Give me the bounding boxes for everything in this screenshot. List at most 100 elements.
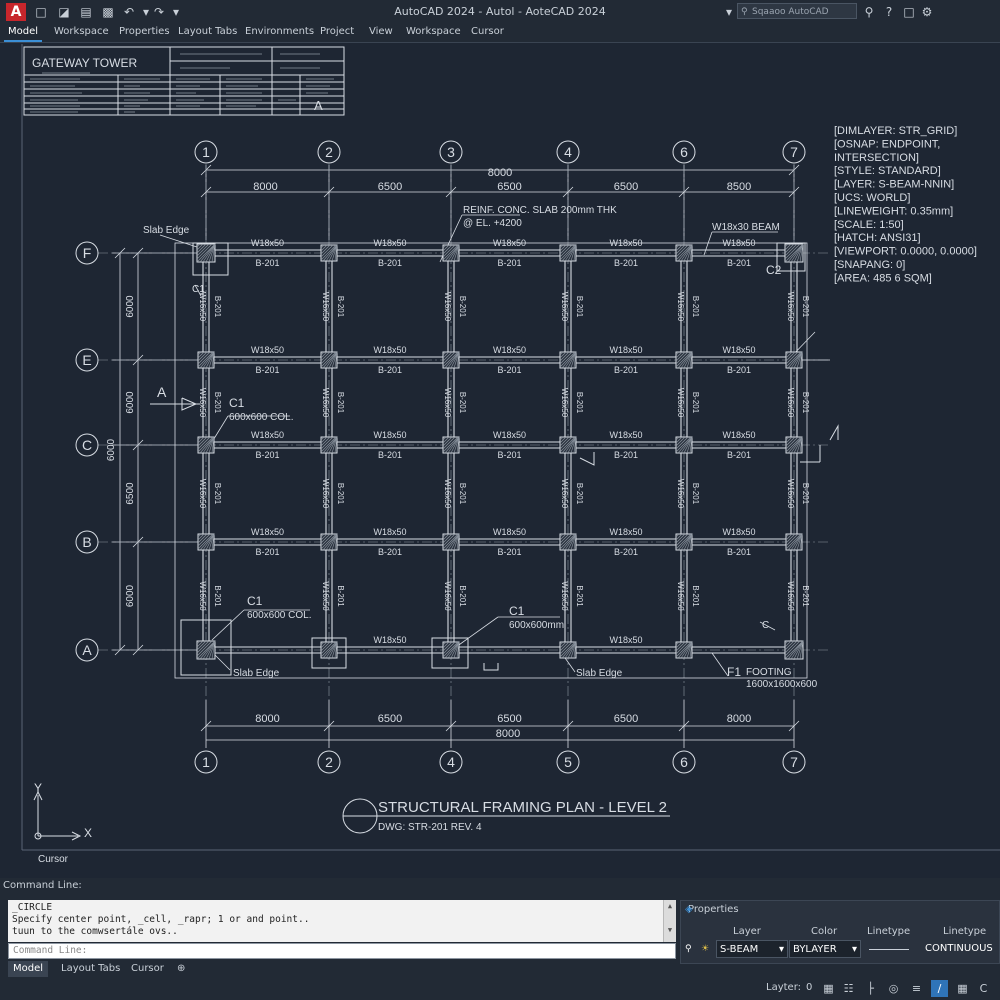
beam-mark: B-201 xyxy=(497,450,521,460)
column xyxy=(197,351,215,369)
tab-layout[interactable]: Layout Tabs xyxy=(56,961,125,977)
beam-mark-vertical: B-201 xyxy=(801,483,810,505)
grid-label-bottom: 4 xyxy=(447,754,455,770)
drawing-svg[interactable]: 1 1 2 2 3 4 4 5 6 6 7 7 F E C B A 8000 8000 6500 6500 6500 850… xyxy=(0,43,1000,866)
dim-bottom: 6500 xyxy=(614,713,638,725)
beam-label-vertical: W16x50 xyxy=(443,292,452,322)
command-scrollbar[interactable]: ▲ ▼ xyxy=(663,900,676,942)
beam-mark-vertical: B-201 xyxy=(458,483,467,505)
column xyxy=(785,533,803,551)
help-icon[interactable]: ? xyxy=(880,3,898,21)
properties-text-line: [LAYER: S-BEAM-NNIN] xyxy=(834,179,954,191)
grid-label-row: B xyxy=(82,534,91,550)
beam-label-vertical: W16x50 xyxy=(786,581,795,611)
beam-mark-vertical: B-201 xyxy=(691,296,700,318)
beam-label-vertical: W16x50 xyxy=(443,388,452,418)
footing-title: FOOTING xyxy=(746,667,792,678)
layer-manager-icon[interactable]: ◈ xyxy=(685,904,693,915)
column xyxy=(675,641,693,659)
beam-mark: B-201 xyxy=(378,450,402,460)
beam-label-vertical: W16x50 xyxy=(676,479,685,509)
beam-mark: B-201 xyxy=(727,258,751,268)
slab-edge-label: Slab Edge xyxy=(233,668,280,679)
grid-label-bottom: 6 xyxy=(680,754,688,770)
header-linetype: Linetype xyxy=(867,926,911,937)
beam-label-vertical: W16x50 xyxy=(560,581,569,611)
color-select[interactable]: BYLAYER ▾ xyxy=(789,940,861,958)
status-bar: Layter: 0 ▦ ☷ ├ ◎ ≡ ∕ ▦ C xyxy=(0,977,1000,1000)
menu-project[interactable]: Project xyxy=(320,26,354,37)
beam-label-vertical: W16x50 xyxy=(321,479,330,509)
column xyxy=(320,436,338,454)
osnap-icon[interactable]: ∕ xyxy=(931,980,948,997)
column xyxy=(675,351,693,369)
beam-mark-vertical: B-201 xyxy=(575,585,584,607)
column-callout: C1 xyxy=(509,604,525,618)
properties-text-line: INTERSECTION] xyxy=(834,152,919,164)
layer-status-value: 0 xyxy=(806,982,813,993)
polar-icon[interactable]: ◎ xyxy=(885,980,902,997)
customize-icon[interactable]: C xyxy=(975,980,992,997)
beam-label-vertical: W16x50 xyxy=(676,581,685,611)
minimize-icon[interactable]: □ xyxy=(900,3,918,21)
column xyxy=(442,351,460,369)
command-history-line: _CIRCLE xyxy=(12,902,53,913)
sign-in-icon[interactable]: ⚲ xyxy=(860,3,878,21)
menu-workspace-2[interactable]: Workspace xyxy=(406,26,461,37)
beam-mark: B-201 xyxy=(614,450,638,460)
beam-mark-vertical: B-201 xyxy=(575,483,584,505)
column xyxy=(785,436,803,454)
tab-cursor[interactable]: Cursor xyxy=(126,961,169,977)
chevron-down-icon: ▾ xyxy=(778,944,784,955)
drawing-canvas[interactable]: 1 1 2 2 3 4 4 5 6 6 7 7 F E C B A 8000 8000 6500 6500 6500 850… xyxy=(0,43,1000,866)
beam-label-vertical: W16x50 xyxy=(321,292,330,322)
column xyxy=(320,533,338,551)
layer-select[interactable]: S-BEAM ▾ xyxy=(716,940,788,958)
beam-label: W18x50 xyxy=(251,430,284,440)
command-history: _CIRCLE Specify center point, _cell, _ra… xyxy=(8,900,676,942)
beam-label: W18x50 xyxy=(722,430,755,440)
command-input[interactable]: Command Line: xyxy=(8,943,676,959)
grid-icon[interactable]: ▦ xyxy=(820,980,837,997)
ortho-icon[interactable]: ├ xyxy=(862,980,879,997)
column xyxy=(320,641,338,659)
dropdown-icon[interactable]: ▾ xyxy=(720,3,738,21)
beam-label-vertical: W16x50 xyxy=(560,292,569,322)
menu-environments[interactable]: Environments xyxy=(245,26,314,37)
menu-view[interactable]: View xyxy=(369,26,393,37)
menu-model[interactable]: Model xyxy=(8,26,38,37)
grid-label-bottom: 2 xyxy=(325,754,333,770)
menu-properties[interactable]: Properties xyxy=(119,26,170,37)
dim-bottom: 8000 xyxy=(727,713,751,725)
dim-overall-bottom: 8000 xyxy=(496,728,520,740)
column xyxy=(559,436,577,454)
column xyxy=(442,436,460,454)
settings-icon[interactable]: ⚙ xyxy=(918,3,936,21)
lineweight-icon[interactable]: ≡ xyxy=(908,980,925,997)
active-tab-indicator xyxy=(4,40,42,42)
menu-layout-tabs[interactable]: Layout Tabs xyxy=(178,26,237,37)
linetype-value[interactable]: CONTINUOUS xyxy=(925,940,993,958)
sun-icon[interactable]: ☀ xyxy=(701,940,709,958)
menu-cursor[interactable]: Cursor xyxy=(471,26,504,37)
beam-mark-vertical: B-201 xyxy=(336,392,345,414)
layer-state-icon[interactable]: ⚲ xyxy=(685,940,692,958)
beam-mark-vertical: B-201 xyxy=(336,483,345,505)
tab-model[interactable]: Model xyxy=(8,961,49,977)
slab-elevation-note: @ EL. +4200 xyxy=(463,218,522,229)
linetype-preview[interactable] xyxy=(865,940,913,958)
grid-label-top: 2 xyxy=(325,144,333,160)
beam-label: W18x50 xyxy=(609,430,642,440)
search-input[interactable]: ⚲ Sqaaoo AutoCAD xyxy=(737,3,857,19)
title-block-project: GATEWAY TOWER xyxy=(32,56,137,70)
dim-top: 8500 xyxy=(727,181,751,193)
slab-edge-label: Slab Edge xyxy=(143,225,190,236)
dim-top: 6500 xyxy=(378,181,402,193)
workspace-icon[interactable]: ▦ xyxy=(954,980,971,997)
snap-icon[interactable]: ☷ xyxy=(840,980,857,997)
column xyxy=(442,533,460,551)
menu-workspace[interactable]: Workspace xyxy=(54,26,109,37)
add-tab-icon[interactable]: ⊕ xyxy=(172,961,190,977)
beam-callout: W18x30 BEAM xyxy=(712,222,780,233)
search-placeholder: Sqaaoo AutoCAD xyxy=(752,7,829,17)
